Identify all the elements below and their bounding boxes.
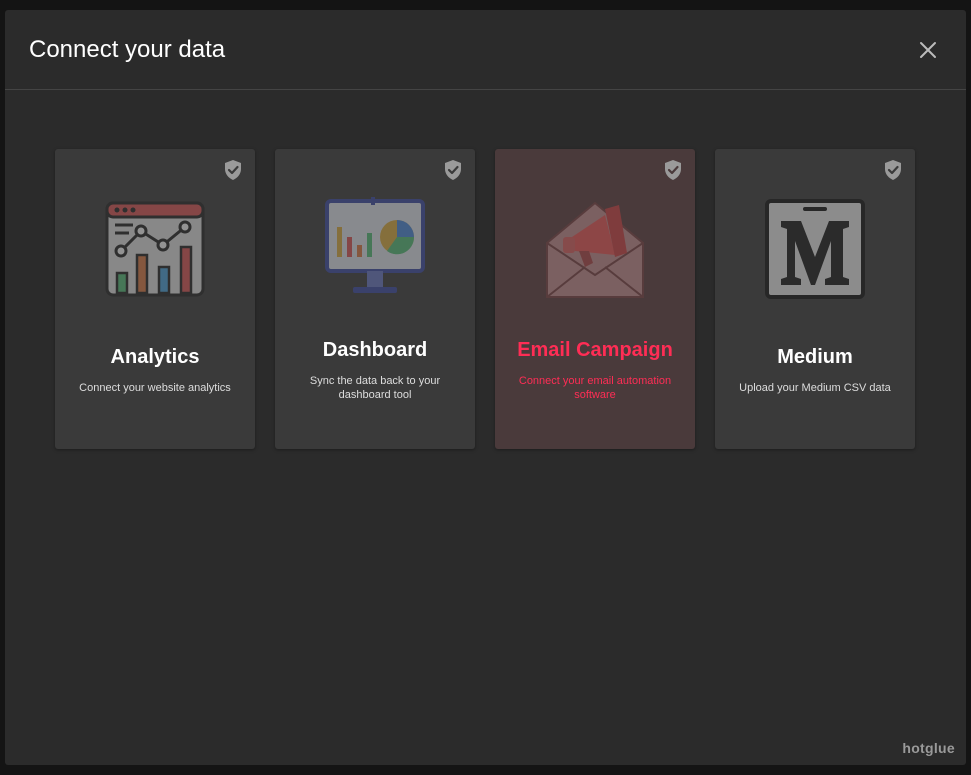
card-title: Medium <box>777 346 853 368</box>
close-button[interactable] <box>916 38 940 62</box>
connector-card-list: Analytics Connect your website analytics <box>55 149 915 449</box>
card-description: Connect your website analytics <box>79 382 231 394</box>
email-campaign-card[interactable]: Email Campaign Connect your email automa… <box>495 149 695 449</box>
card-title: Email Campaign <box>517 339 673 361</box>
dashboard-monitor-icon <box>325 197 425 293</box>
medium-logo-icon <box>765 199 865 299</box>
shield-check-icon <box>665 160 681 180</box>
shield-check-icon <box>225 160 241 180</box>
modal-header: Connect your data <box>5 10 966 90</box>
card-description: Upload your Medium CSV data <box>739 382 891 394</box>
analytics-chart-icon <box>105 201 205 297</box>
brand-logo: hotglue <box>902 740 955 756</box>
shield-check-icon <box>885 160 901 180</box>
medium-card[interactable]: Medium Upload your Medium CSV data <box>715 149 915 449</box>
card-title: Analytics <box>110 346 200 368</box>
shield-check-icon <box>445 160 461 180</box>
email-megaphone-icon <box>546 201 644 298</box>
analytics-card[interactable]: Analytics Connect your website analytics <box>55 149 255 449</box>
card-description: Sync the data back to your dashboard too… <box>309 375 441 401</box>
connect-data-modal: Connect your data Analytics Connect your… <box>5 10 966 765</box>
card-description: Connect your email automation software <box>518 375 672 401</box>
modal-title: Connect your data <box>29 36 226 63</box>
card-title: Dashboard <box>322 339 428 361</box>
close-icon <box>920 42 936 58</box>
dashboard-card[interactable]: Dashboard Sync the data back to your das… <box>275 149 475 449</box>
